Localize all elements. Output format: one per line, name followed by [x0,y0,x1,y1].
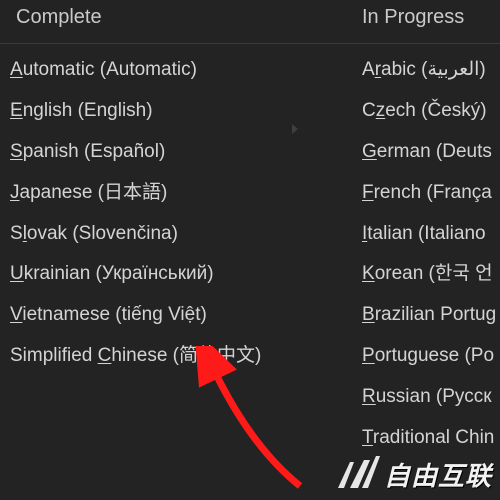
language-inprogress-item[interactable]: German (Deuts [362,132,500,173]
column-in-progress: In Progress Arabic (العربية)Czech (Český… [362,0,500,500]
language-complete-item[interactable]: Vietnamese (tiếng Việt) [0,295,362,336]
language-complete-item[interactable]: English (English) [0,91,362,132]
language-inprogress-item[interactable]: Arabic (العربية) [362,50,500,91]
language-inprogress-item[interactable]: French (França [362,173,500,214]
language-complete-item[interactable]: Ukrainian (Український) [0,254,362,295]
language-selection-panel: Complete Automatic (Automatic)English (E… [0,0,500,500]
language-inprogress-item[interactable]: Traditional Chin [362,418,500,459]
language-inprogress-item[interactable]: Italian (Italiano [362,214,500,255]
language-complete-item[interactable]: Japanese (日本語) [0,173,362,214]
language-inprogress-item[interactable]: Korean (한국 언 [362,254,500,295]
separator [0,43,362,44]
language-inprogress-item[interactable]: Portuguese (Po [362,336,500,377]
complete-items: Automatic (Automatic)English (English)Sp… [0,50,362,377]
language-complete-item[interactable]: Slovak (Slovenčina) [0,214,362,255]
language-inprogress-item[interactable]: Czech (Český) [362,91,500,132]
language-complete-item[interactable]: Automatic (Automatic) [0,50,362,91]
column-header-in-progress: In Progress [362,0,500,43]
column-complete: Complete Automatic (Automatic)English (E… [0,0,362,500]
column-header-complete: Complete [0,0,362,43]
separator [362,43,500,44]
language-inprogress-item[interactable]: Brazilian Portug [362,295,500,336]
language-inprogress-item[interactable]: Russian (Русск [362,377,500,418]
in-progress-items: Arabic (العربية)Czech (Český)German (Deu… [362,50,500,459]
language-complete-item[interactable]: Simplified Chinese (简体中文) [0,336,362,377]
language-complete-item[interactable]: Spanish (Español) [0,132,362,173]
